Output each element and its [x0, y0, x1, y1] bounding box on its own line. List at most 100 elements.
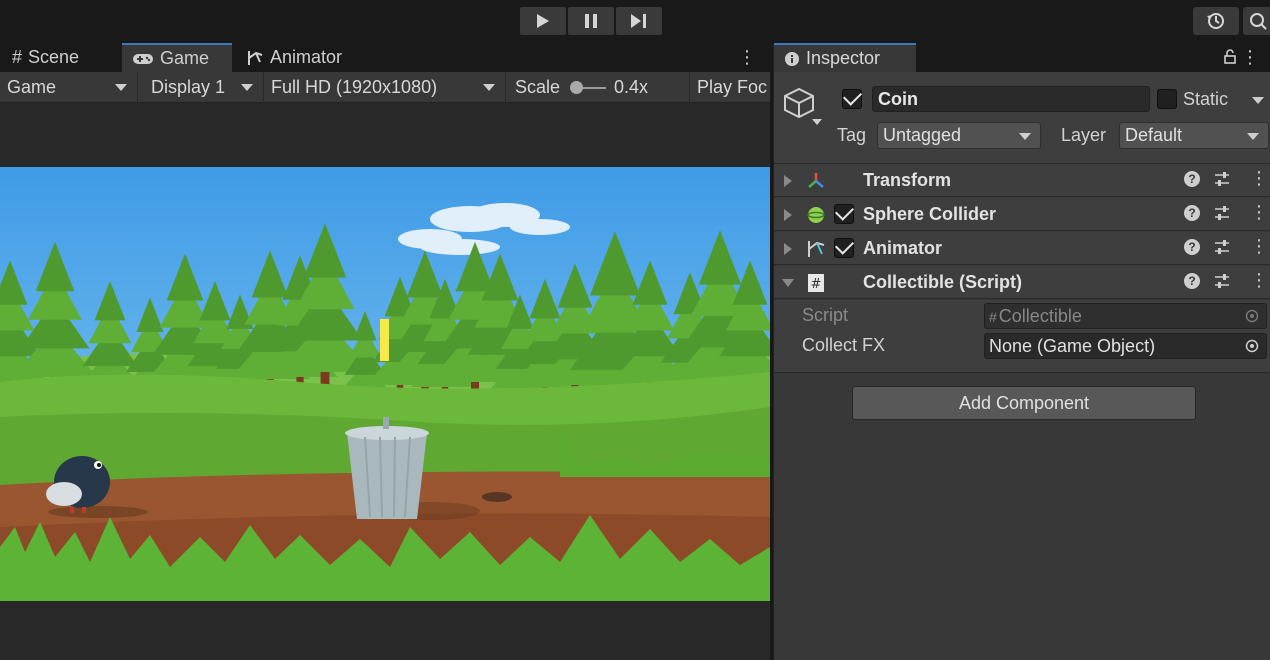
resolution-dropdown[interactable]: Full HD (1920x1080): [264, 72, 506, 103]
component-animator[interactable]: Animator ? ⋮: [774, 232, 1270, 265]
component-title: Collectible (Script): [863, 272, 1023, 292]
property-label: Collect FX: [802, 335, 886, 355]
game-viewport[interactable]: [0, 167, 770, 601]
game-scene-render: [0, 167, 770, 601]
resolution-value: Full HD (1920x1080): [271, 77, 438, 97]
gameobject-cube-icon[interactable]: [782, 86, 816, 125]
scale-control: Scale 0.4x: [508, 72, 690, 103]
component-enabled-toggle[interactable]: [834, 238, 854, 258]
help-icon[interactable]: ?: [1184, 171, 1200, 187]
main-toolbar: [0, 0, 1270, 42]
play-focused-dropdown[interactable]: Play Foc: [690, 72, 770, 103]
tab-inspector-label: Inspector: [806, 48, 881, 68]
info-icon: [785, 51, 799, 66]
game-view-toolbar: Game Display 1 Full HD (1920x1080) Scale…: [0, 72, 770, 103]
pause-icon: [585, 14, 597, 28]
tag-dropdown[interactable]: Untagged: [877, 122, 1041, 149]
component-menu-icon[interactable]: ⋮: [1250, 270, 1268, 291]
search-icon: [1250, 13, 1267, 30]
presets-icon[interactable]: [1214, 273, 1230, 289]
foldout-arrow-icon[interactable]: [784, 209, 792, 221]
tab-animator-label: Animator: [270, 47, 343, 67]
search-button[interactable]: [1243, 7, 1270, 35]
scale-value: 0.4x: [614, 77, 649, 97]
tab-inspector[interactable]: Inspector: [774, 43, 916, 72]
presets-icon[interactable]: [1214, 171, 1230, 187]
layer-value: Default: [1125, 125, 1183, 145]
pause-button[interactable]: [568, 7, 614, 35]
hash-icon: #: [12, 47, 23, 67]
history-icon: [1207, 13, 1224, 29]
step-button[interactable]: [616, 7, 662, 35]
help-icon[interactable]: ?: [1184, 205, 1200, 221]
foldout-arrow-icon[interactable]: [784, 175, 792, 187]
chevron-down-icon: [1247, 133, 1259, 140]
presets-icon[interactable]: [1214, 239, 1230, 255]
gameobject-header: Coin Static Tag Untagged Layer Default: [774, 72, 1270, 164]
panel-menu-icon[interactable]: ⋮: [738, 47, 756, 68]
foldout-arrow-icon[interactable]: [782, 279, 794, 287]
active-toggle[interactable]: [842, 89, 862, 109]
lock-icon[interactable]: [1223, 49, 1237, 70]
scale-slider[interactable]: [569, 80, 607, 94]
component-menu-icon[interactable]: ⋮: [1250, 202, 1268, 223]
inspector-tabbar: Inspector ⋮: [774, 43, 1270, 72]
view-mode-value: Game: [7, 77, 57, 97]
view-mode-dropdown[interactable]: Game: [0, 72, 138, 103]
collect-fx-value: None (Game Object): [989, 336, 1156, 356]
help-icon[interactable]: ?: [1184, 273, 1200, 289]
property-collect-fx: Collect FX None (Game Object): [774, 331, 1270, 361]
script-icon: #: [808, 274, 824, 292]
component-title: Animator: [863, 238, 943, 258]
component-sphere-collider[interactable]: Sphere Collider ? ⋮: [774, 198, 1270, 231]
undo-history-button[interactable]: [1193, 7, 1239, 35]
static-toggle[interactable]: [1157, 89, 1177, 109]
play-focused-label: Play Foc: [697, 77, 768, 97]
component-collectible-script[interactable]: # Collectible (Script) ? ⋮: [774, 266, 1270, 299]
property-script: Script # Collectible: [774, 301, 1270, 331]
tab-game[interactable]: Game: [122, 43, 232, 72]
component-title: Sphere Collider: [863, 204, 997, 224]
tab-animator[interactable]: Animator: [236, 43, 366, 72]
component-menu-icon[interactable]: ⋮: [1250, 236, 1268, 257]
object-picker-icon[interactable]: [1240, 337, 1264, 355]
display-value: Display 1: [151, 77, 226, 97]
script-icon: #: [989, 309, 997, 325]
object-name-field[interactable]: Coin: [872, 86, 1150, 112]
display-dropdown[interactable]: Display 1: [144, 72, 264, 103]
collect-fx-object-field[interactable]: None (Game Object): [984, 333, 1267, 359]
chevron-down-icon: [1019, 133, 1031, 140]
presets-icon[interactable]: [1214, 205, 1230, 221]
static-dropdown-icon[interactable]: [1252, 97, 1264, 104]
play-button[interactable]: [520, 7, 566, 35]
add-component-button[interactable]: Add Component: [852, 386, 1196, 420]
script-value: Collectible: [998, 306, 1082, 326]
animator-icon: [248, 50, 263, 65]
playmode-controls: [520, 7, 662, 35]
sphere-collider-icon: [807, 207, 825, 223]
tab-scene[interactable]: # Scene: [2, 43, 120, 72]
scale-label: Scale: [515, 77, 561, 97]
tag-label: Tag: [837, 125, 867, 145]
icon-dropdown-caret[interactable]: [812, 119, 822, 125]
game-panel: # Scene Game Animator ⋮ Game Display 1 F…: [0, 43, 770, 660]
scale-slider-handle[interactable]: [569, 80, 583, 94]
script-object-field: # Collectible: [984, 303, 1267, 329]
gamepad-icon: [133, 53, 153, 64]
layer-label: Layer: [1061, 125, 1107, 145]
component-transform[interactable]: Transform ? ⋮: [774, 164, 1270, 197]
layer-dropdown[interactable]: Default: [1119, 122, 1269, 149]
play-icon: [537, 14, 549, 28]
tab-game-label: Game: [160, 48, 210, 68]
component-enabled-toggle[interactable]: [834, 204, 854, 224]
help-icon[interactable]: ?: [1184, 239, 1200, 255]
svg-text:#: #: [811, 277, 822, 292]
foldout-arrow-icon[interactable]: [784, 243, 792, 255]
inspector-panel: Inspector ⋮ Coin Static Tag Untagged Lay…: [773, 43, 1270, 660]
property-label: Script: [802, 305, 849, 325]
chevron-down-icon: [483, 84, 495, 91]
inspector-menu-icon[interactable]: ⋮: [1241, 47, 1259, 68]
tab-scene-label: Scene: [28, 47, 80, 67]
transform-icon: [808, 173, 824, 188]
component-menu-icon[interactable]: ⋮: [1250, 168, 1268, 189]
